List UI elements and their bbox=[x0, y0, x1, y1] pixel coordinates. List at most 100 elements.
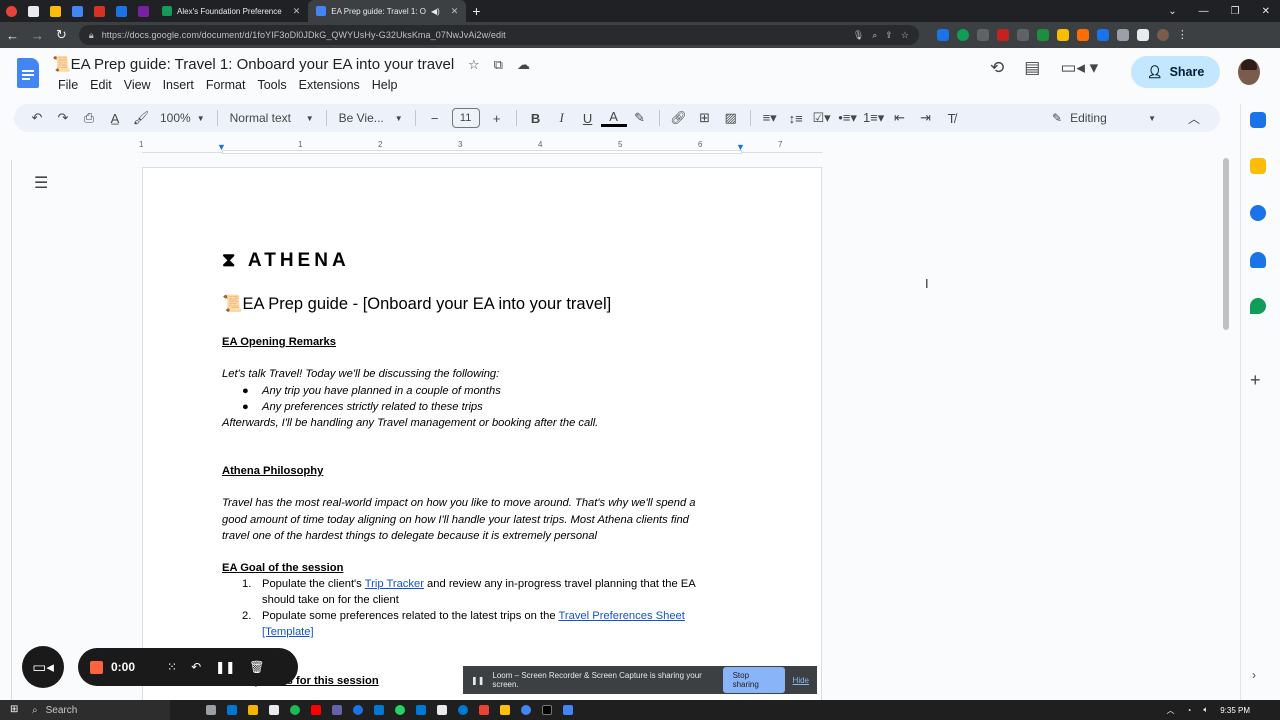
editing-mode-dropdown[interactable]: ✎ Editing ▼ ︿ bbox=[1052, 110, 1210, 127]
chevron-up-icon[interactable]: ︿ bbox=[1167, 705, 1175, 716]
add-addon-icon[interactable]: + bbox=[1250, 370, 1261, 391]
menu-format[interactable]: Format bbox=[200, 77, 252, 93]
pinned-tab-4[interactable] bbox=[66, 0, 88, 22]
audio-icon[interactable]: ◀︎) bbox=[431, 7, 440, 16]
numbered-list-icon[interactable]: 1≡▾ bbox=[861, 106, 887, 130]
extension-icon[interactable] bbox=[976, 29, 989, 41]
philosophy-line[interactable]: travel one of the hardest things to dele… bbox=[222, 530, 597, 542]
document-heading[interactable]: 📜EA Prep guide - [Onboard your EA into y… bbox=[222, 295, 611, 314]
underline-icon[interactable]: U bbox=[575, 106, 601, 130]
document-page[interactable] bbox=[142, 167, 822, 707]
restart-icon[interactable]: ↶ bbox=[191, 660, 201, 674]
section-title-goal[interactable]: EA Goal of the session bbox=[222, 562, 343, 574]
taskbar-app-icon[interactable] bbox=[311, 705, 321, 715]
checklist-icon[interactable]: ☑▾ bbox=[809, 106, 835, 130]
taskbar-app-icon[interactable] bbox=[542, 705, 552, 715]
browser-tab-preferences[interactable]: Alex's Foundation Preference ✕ bbox=[154, 0, 308, 22]
tasks-icon[interactable] bbox=[1250, 205, 1266, 221]
increase-indent-icon[interactable]: ⇥ bbox=[913, 106, 939, 130]
stop-sharing-button[interactable]: Stop sharing bbox=[722, 667, 785, 693]
delete-icon[interactable]: 🗑︎ bbox=[249, 660, 264, 674]
taskbar-app-icon[interactable] bbox=[458, 705, 468, 715]
extension-icon[interactable] bbox=[1036, 29, 1049, 41]
menu-extensions[interactable]: Extensions bbox=[293, 77, 366, 93]
taskbar-app-icon[interactable] bbox=[395, 705, 405, 715]
keep-icon[interactable] bbox=[1250, 158, 1266, 174]
star-icon[interactable]: ☆ bbox=[468, 57, 480, 73]
insert-image-icon[interactable]: ▨ bbox=[718, 106, 744, 130]
highlight-icon[interactable]: ✎ bbox=[627, 106, 653, 130]
microphone-icon[interactable]: 🎙︎ bbox=[853, 30, 864, 41]
philosophy-line[interactable]: Travel has the most real-world impact on… bbox=[222, 497, 696, 509]
comments-icon[interactable]: ▤ bbox=[1024, 58, 1040, 78]
user-avatar[interactable] bbox=[1238, 59, 1260, 85]
close-tab-icon[interactable]: ✕ bbox=[293, 6, 301, 17]
extension-icon[interactable] bbox=[1016, 29, 1029, 41]
text-color-icon[interactable]: A bbox=[600, 109, 627, 127]
left-indent-marker-icon[interactable]: ▼ bbox=[217, 142, 226, 152]
style-dropdown[interactable]: Normal text ▼ bbox=[224, 111, 320, 125]
travel-preferences-link[interactable]: Travel Preferences Sheet bbox=[558, 610, 684, 622]
profile-avatar-icon[interactable] bbox=[1156, 29, 1169, 41]
extension-icon[interactable] bbox=[996, 29, 1009, 41]
scrollbar-thumb[interactable] bbox=[1223, 158, 1229, 330]
taskbar-app-icon[interactable] bbox=[248, 705, 258, 715]
right-indent-marker-icon[interactable]: ▼ bbox=[736, 142, 745, 152]
menu-tools[interactable]: Tools bbox=[251, 77, 292, 93]
taskbar-app-icon[interactable] bbox=[269, 705, 279, 715]
decrease-font-size-icon[interactable]: − bbox=[422, 106, 448, 130]
decrease-indent-icon[interactable]: ⇤ bbox=[887, 106, 913, 130]
tab-search-icon[interactable]: ⌄ bbox=[1168, 6, 1176, 17]
stop-recording-icon[interactable] bbox=[90, 660, 103, 674]
new-tab-button[interactable]: + bbox=[472, 3, 480, 19]
pinned-tab-2[interactable] bbox=[22, 0, 44, 22]
menu-file[interactable]: File bbox=[52, 77, 84, 93]
zoom-dropdown[interactable]: 100% ▼ bbox=[154, 111, 211, 125]
horizontal-ruler[interactable]: 1 1 2 3 4 5 6 7 ▼ ▼ bbox=[139, 140, 822, 154]
taskbar-app-icon[interactable] bbox=[374, 705, 384, 715]
drawing-tool-icon[interactable]: ⁙ bbox=[167, 660, 177, 674]
google-docs-logo-icon[interactable] bbox=[17, 58, 39, 88]
meet-icon[interactable]: ▭◂ ▾ bbox=[1060, 58, 1098, 78]
intro-paragraph[interactable]: Let's talk Travel! Today we'll be discus… bbox=[222, 368, 499, 380]
extension-icon[interactable] bbox=[1096, 29, 1109, 41]
clock[interactable]: 9:35 PM bbox=[1220, 706, 1250, 715]
goal-item-1-continued[interactable]: should take on for the client bbox=[262, 594, 399, 606]
expand-panel-icon[interactable]: › bbox=[1252, 668, 1256, 682]
spellcheck-icon[interactable]: A̲ bbox=[102, 106, 128, 130]
taskbar-app-icon[interactable] bbox=[290, 705, 300, 715]
extension-icon[interactable] bbox=[956, 29, 969, 41]
close-window-icon[interactable]: ✕ bbox=[1262, 6, 1270, 17]
pause-icon[interactable]: ❚❚ bbox=[215, 660, 235, 674]
menu-view[interactable]: View bbox=[118, 77, 157, 93]
share-button[interactable]: 👤︎ Share bbox=[1131, 56, 1220, 88]
zoom-icon[interactable]: ⌕ bbox=[872, 30, 877, 41]
font-size-input[interactable]: 11 bbox=[451, 108, 480, 128]
document-outline-icon[interactable]: ☰ bbox=[34, 173, 48, 193]
increase-font-size-icon[interactable]: + bbox=[484, 106, 510, 130]
pinned-tab-7[interactable] bbox=[132, 0, 154, 22]
volume-icon[interactable]: 🔈︎ bbox=[1203, 705, 1208, 715]
extension-icon[interactable] bbox=[1056, 29, 1069, 41]
after-paragraph[interactable]: Afterwards, I'll be handling any Travel … bbox=[222, 417, 598, 429]
address-bar[interactable]: 🔒︎ https://docs.google.com/document/d/1f… bbox=[78, 25, 919, 45]
bullet-item[interactable]: Any trip you have planned in a couple of… bbox=[262, 385, 501, 397]
taskbar-app-icon[interactable] bbox=[500, 705, 510, 715]
paint-format-icon[interactable]: 🖌︎ bbox=[128, 106, 154, 130]
menu-help[interactable]: Help bbox=[366, 77, 404, 93]
pinned-tab-1[interactable] bbox=[0, 0, 22, 22]
pinned-tab-5[interactable] bbox=[88, 0, 110, 22]
undo-icon[interactable]: ↶ bbox=[24, 106, 50, 130]
browser-tab-ea-prep-guide[interactable]: EA Prep guide: Travel 1: O ◀︎) ✕ bbox=[308, 0, 467, 22]
bulleted-list-icon[interactable]: •≡▾ bbox=[835, 106, 861, 130]
taskbar-app-icon[interactable] bbox=[353, 705, 363, 715]
bold-icon[interactable]: B bbox=[523, 106, 549, 130]
bookmark-star-icon[interactable]: ☆ bbox=[901, 30, 909, 41]
vertical-scrollbar[interactable] bbox=[1222, 155, 1230, 700]
calendar-icon[interactable] bbox=[1250, 112, 1266, 128]
pinned-tab-6[interactable] bbox=[110, 0, 132, 22]
menu-insert[interactable]: Insert bbox=[157, 77, 200, 93]
font-dropdown[interactable]: Be Vie... ▼ bbox=[333, 111, 409, 125]
print-icon[interactable]: ⎙ bbox=[76, 106, 102, 130]
goal-item-1[interactable]: Populate the client's Trip Tracker and r… bbox=[262, 578, 696, 590]
